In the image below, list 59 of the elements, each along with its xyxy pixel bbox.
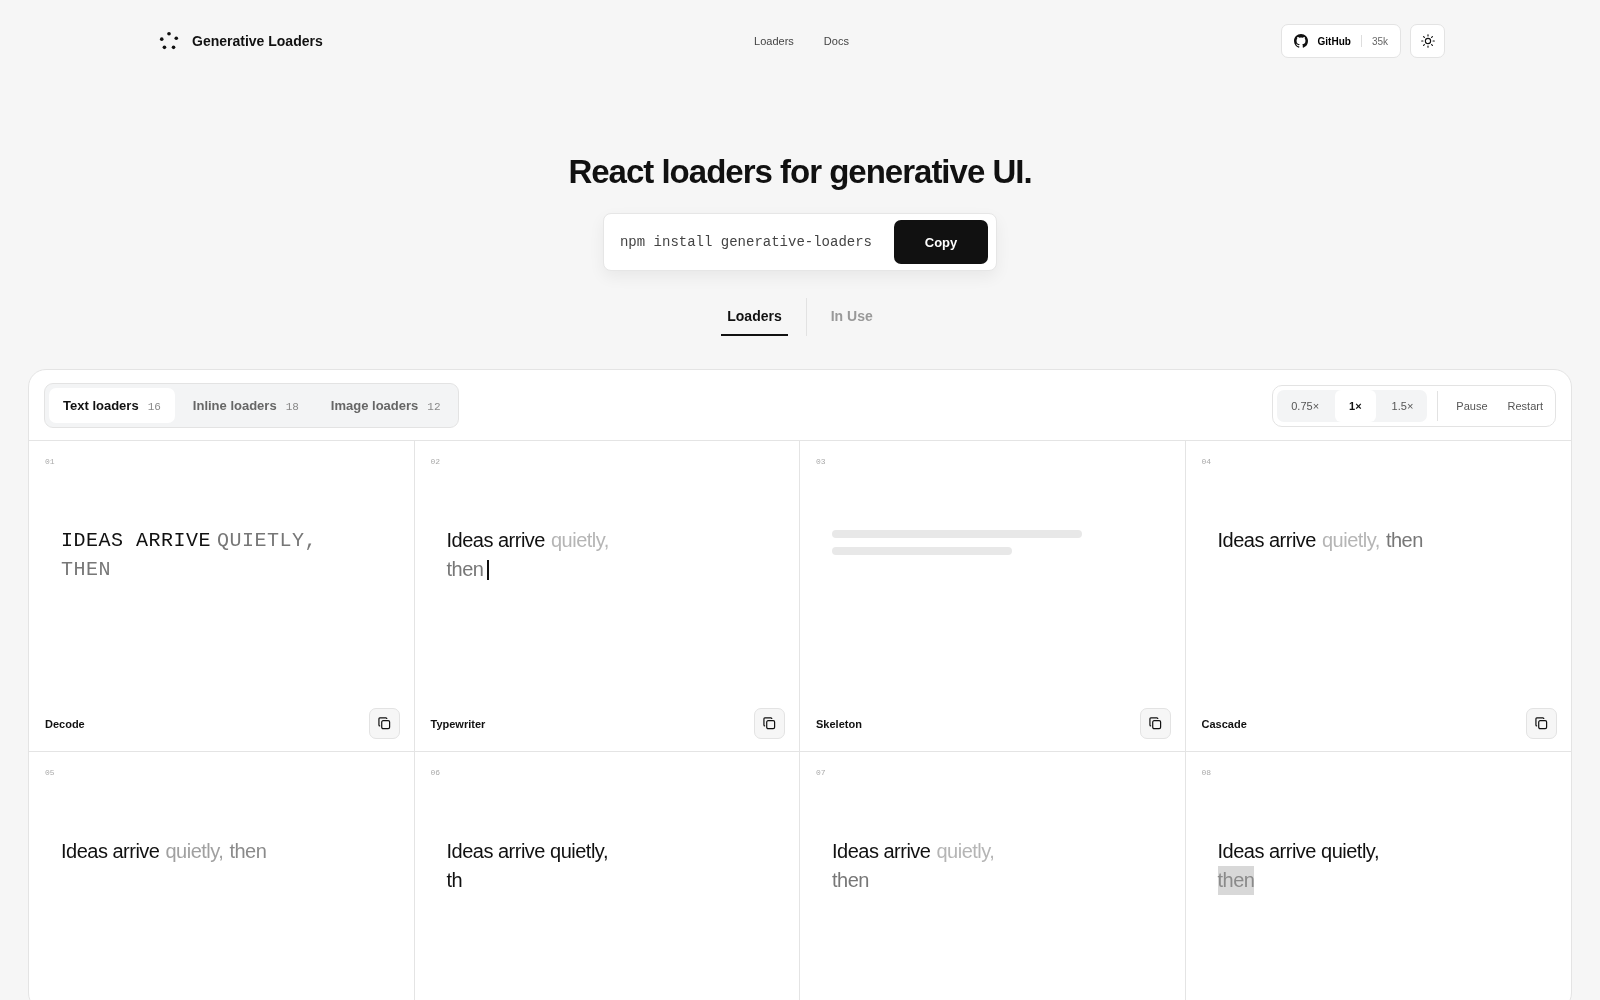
preview-text: then — [229, 839, 267, 864]
preview-text: Ideas arrive quietly, — [1217, 839, 1379, 864]
loader-name: Cascade — [1201, 717, 1247, 730]
card-number: 06 — [430, 768, 441, 777]
nav-link[interactable]: Docs — [823, 35, 849, 47]
preview-text: Ideas arrive — [446, 528, 545, 553]
page-title: React loaders for generative UI. — [568, 153, 1032, 191]
playback-button[interactable]: Pause — [1448, 399, 1496, 412]
preview-text: QUIETLY, — [217, 528, 318, 554]
preview-text: then — [832, 868, 869, 893]
logo-icon — [158, 31, 180, 51]
card-number: 07 — [816, 768, 826, 777]
speed-option[interactable]: 1× — [1335, 389, 1376, 422]
copy-icon — [1535, 717, 1548, 730]
view-tab[interactable]: Loaders — [721, 298, 788, 336]
preview-text: then — [446, 557, 484, 582]
preview-text: then — [1217, 866, 1255, 895]
preview-text: Ideas arrive quietly, — [446, 839, 608, 864]
preview-text: quietly, — [551, 528, 609, 553]
preview-text: Ideas arrive — [1217, 528, 1316, 553]
loader-name: Typewriter — [430, 717, 486, 730]
copy-icon — [1148, 717, 1162, 730]
category-tab[interactable]: Text loaders 16 — [49, 388, 175, 423]
category-tab[interactable]: Image loaders 12 — [316, 388, 455, 423]
copy-code-button[interactable] — [1139, 708, 1171, 739]
card-number: 01 — [45, 457, 55, 466]
preview-text: THEN — [61, 557, 111, 583]
preview-text: then — [1385, 528, 1423, 553]
nav-link[interactable]: Loaders — [754, 35, 794, 47]
preview-text: Ideas arrive — [61, 839, 160, 864]
theme-toggle-button[interactable] — [1410, 24, 1445, 58]
copy-icon — [377, 717, 391, 730]
preview-text: quietly, — [1322, 528, 1380, 553]
copy-code-button[interactable] — [754, 708, 785, 739]
copy-code-button[interactable] — [368, 708, 400, 739]
preview-text: IDEAS ARRIVE — [61, 528, 212, 554]
preview-text: quietly, — [936, 839, 995, 864]
playback-button[interactable]: Restart — [1499, 399, 1551, 412]
copy-icon — [763, 717, 776, 730]
speed-option[interactable]: 0.75× — [1277, 389, 1334, 422]
preview-text: th — [446, 868, 463, 893]
github-icon — [1293, 34, 1308, 48]
preview-text: quietly, — [165, 839, 224, 864]
speed-option[interactable]: 1.5× — [1377, 389, 1428, 422]
loader-name: Decode — [45, 717, 85, 730]
github-button[interactable]: GitHub 35k — [1280, 24, 1401, 58]
copy-button[interactable]: Copy — [894, 220, 988, 264]
card-number: 04 — [1201, 457, 1212, 466]
card-number: 08 — [1201, 768, 1212, 777]
install-command: npm install generative-loaders — [619, 234, 872, 250]
sun-icon — [1420, 34, 1435, 48]
preview-text: Ideas arrive — [832, 839, 931, 864]
card-number: 05 — [45, 768, 55, 777]
brand-name[interactable]: Generative Loaders — [192, 33, 323, 49]
card-number: 03 — [816, 457, 826, 466]
category-tab[interactable]: Inline loaders 18 — [178, 388, 313, 423]
copy-code-button[interactable] — [1526, 708, 1557, 739]
card-number: 02 — [430, 457, 441, 466]
loader-name: Skeleton — [816, 717, 862, 730]
